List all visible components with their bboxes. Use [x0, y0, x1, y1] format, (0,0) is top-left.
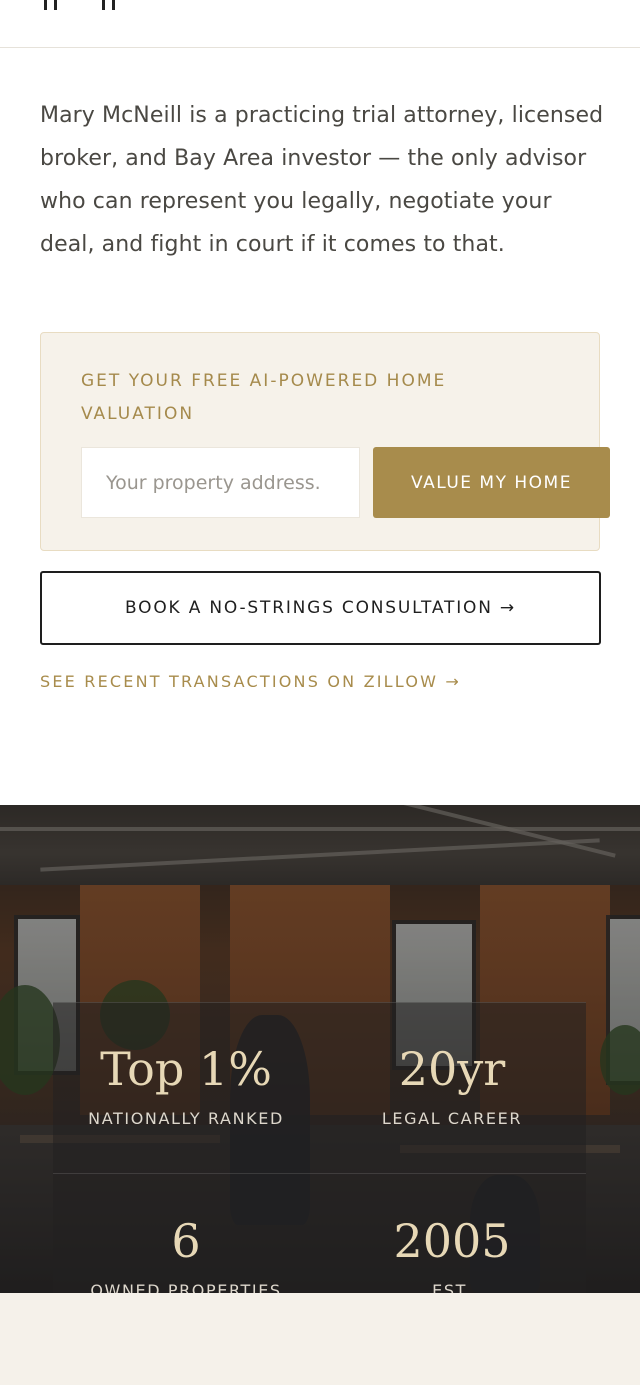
stat-label: OWNED PROPERTIES: [90, 1281, 282, 1293]
stats-section: Top 1% NATIONALLY RANKED 20yr LEGAL CARE…: [0, 805, 640, 1293]
logo-fragment: [44, 0, 58, 10]
stat-properties: 6 OWNED PROPERTIES: [53, 1213, 319, 1293]
valuation-title: GET YOUR FREE AI-POWERED HOME VALUATION: [81, 371, 447, 424]
header-bar: [0, 0, 640, 48]
stat-label: EST.: [432, 1281, 472, 1293]
zillow-transactions-link[interactable]: SEE RECENT TRANSACTIONS ON ZILLOW →: [40, 672, 461, 691]
stats-divider: [53, 1173, 586, 1174]
stat-career: 20yr LEGAL CAREER: [319, 1041, 585, 1128]
stat-label: LEGAL CAREER: [381, 1109, 523, 1128]
stat-value: 20yr: [398, 1042, 506, 1096]
page: Mary McNeill is a practicing trial attor…: [0, 0, 640, 1385]
stat-label: NATIONALLY RANKED: [88, 1109, 284, 1128]
property-address-input[interactable]: [81, 447, 360, 518]
stat-value: Top 1%: [100, 1042, 272, 1096]
valuation-card: GET YOUR FREE AI-POWERED HOME VALUATION …: [40, 332, 610, 551]
intro-paragraph: Mary McNeill is a practicing trial attor…: [40, 103, 604, 257]
book-consultation-button[interactable]: BOOK A NO-STRINGS CONSULTATION →: [40, 571, 601, 645]
stat-value: 6: [171, 1214, 201, 1268]
stat-ranking: Top 1% NATIONALLY RANKED: [53, 1041, 319, 1128]
stats-panel: Top 1% NATIONALLY RANKED 20yr LEGAL CARE…: [53, 1002, 586, 1293]
logo-fragment: [102, 0, 116, 10]
stat-value: 2005: [393, 1214, 511, 1268]
value-my-home-button[interactable]: VALUE MY HOME: [373, 447, 610, 518]
stat-established: 2005 EST.: [319, 1213, 585, 1293]
